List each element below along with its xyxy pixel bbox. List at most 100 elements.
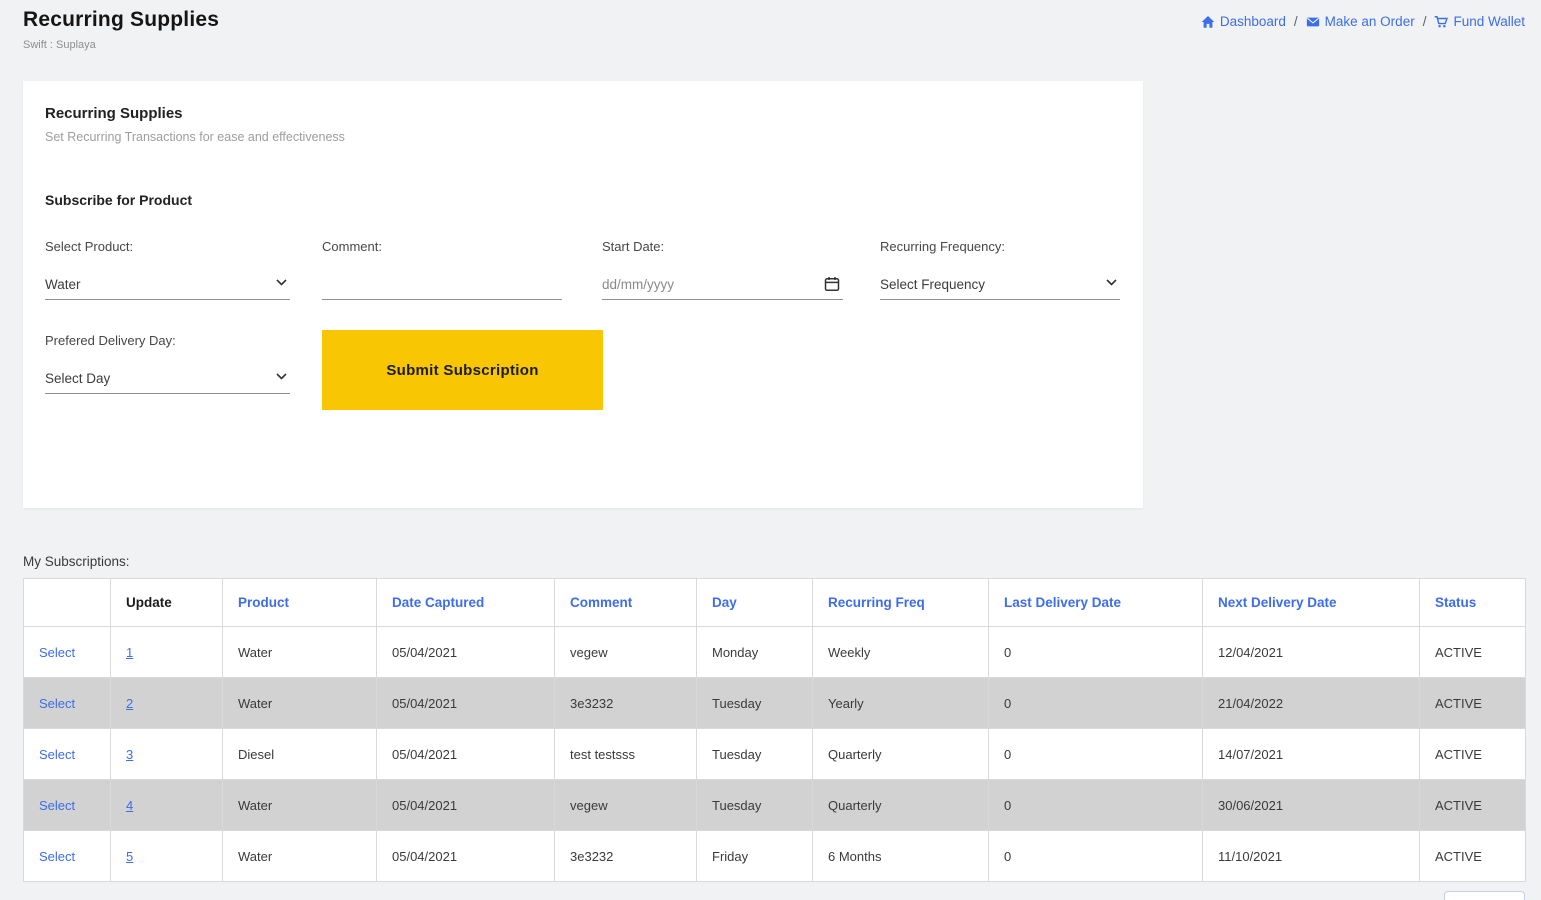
calendar-icon[interactable] <box>824 276 840 292</box>
breadcrumb-make-an-order[interactable]: Make an Order <box>1306 14 1415 29</box>
product-field: Select Product: Water <box>45 239 290 300</box>
cell-next-delivery-date: 14/07/2021 <box>1203 729 1420 780</box>
comment-field: Comment: <box>322 239 562 300</box>
subscriptions-table: Update Product Date Captured Comment Day… <box>23 578 1526 882</box>
recurring-supplies-card: Recurring Supplies Set Recurring Transac… <box>23 81 1143 508</box>
cell-next-delivery-date: 21/04/2022 <box>1203 678 1420 729</box>
status-badge: ACTIVE <box>1420 729 1526 780</box>
breadcrumb-dashboard-label: Dashboard <box>1220 14 1286 29</box>
cell-last-delivery-date: 0 <box>989 780 1203 831</box>
table-header-day[interactable]: Day <box>697 579 813 627</box>
cell-product: Diesel <box>223 729 377 780</box>
cell-last-delivery-date: 0 <box>989 678 1203 729</box>
table-header-blank <box>24 579 111 627</box>
update-link[interactable]: 1 <box>126 645 133 660</box>
submit-subscription-button[interactable]: Submit Subscription <box>322 330 603 410</box>
table-header-last-delivery-date[interactable]: Last Delivery Date <box>989 579 1203 627</box>
page-subtitle: Swift : Suplaya <box>23 39 219 51</box>
delivery-day-field: Prefered Delivery Day: Select Day <box>45 333 290 394</box>
update-link[interactable]: 3 <box>126 747 133 762</box>
cell-date-captured: 05/04/2021 <box>377 678 555 729</box>
update-link[interactable]: 4 <box>126 798 133 813</box>
top-bar: Recurring Supplies Swift : Suplaya Dashb… <box>0 0 1541 51</box>
my-subscriptions-title: My Subscriptions: <box>23 554 1541 569</box>
page-title: Recurring Supplies <box>23 8 219 32</box>
table-row: Select 2 Water 05/04/2021 3e3232 Tuesday… <box>24 678 1526 729</box>
product-select[interactable]: Water <box>45 270 290 300</box>
cell-product: Water <box>223 780 377 831</box>
cell-last-delivery-date: 0 <box>989 627 1203 678</box>
table-header-update: Update <box>111 579 223 627</box>
subscribe-section-title: Subscribe for Product <box>45 192 192 208</box>
delivery-day-select[interactable]: Select Day <box>45 364 290 394</box>
cell-next-delivery-date: 12/04/2021 <box>1203 627 1420 678</box>
cell-product: Water <box>223 831 377 882</box>
cell-comment: vegew <box>555 780 697 831</box>
table-header-next-delivery-date[interactable]: Next Delivery Date <box>1203 579 1420 627</box>
cell-last-delivery-date: 0 <box>989 729 1203 780</box>
envelope-icon <box>1306 15 1320 29</box>
start-date-input[interactable] <box>602 270 843 300</box>
table-row: Select 4 Water 05/04/2021 vegew Tuesday … <box>24 780 1526 831</box>
cell-next-delivery-date: 30/06/2021 <box>1203 780 1420 831</box>
table-header-comment[interactable]: Comment <box>555 579 697 627</box>
breadcrumb-dashboard[interactable]: Dashboard <box>1201 14 1286 29</box>
cell-recurring-freq: Weekly <box>813 627 989 678</box>
table-header-product[interactable]: Product <box>223 579 377 627</box>
breadcrumb-make-an-order-label: Make an Order <box>1325 14 1415 29</box>
update-link[interactable]: 2 <box>126 696 133 711</box>
table-footer: Show all <box>0 891 1525 900</box>
cell-recurring-freq: Yearly <box>813 678 989 729</box>
table-header-status[interactable]: Status <box>1420 579 1526 627</box>
table-row: Select 1 Water 05/04/2021 vegew Monday W… <box>24 627 1526 678</box>
cell-day: Friday <box>697 831 813 882</box>
select-row-link[interactable]: Select <box>39 645 75 660</box>
select-row-link[interactable]: Select <box>39 798 75 813</box>
frequency-field: Recurring Frequency: Select Frequency <box>880 239 1120 300</box>
table-row: Select 3 Diesel 05/04/2021 test testsss … <box>24 729 1526 780</box>
cell-comment: vegew <box>555 627 697 678</box>
status-badge: ACTIVE <box>1420 627 1526 678</box>
select-row-link[interactable]: Select <box>39 696 75 711</box>
breadcrumb-separator: / <box>1423 14 1427 29</box>
breadcrumb-fund-wallet[interactable]: Fund Wallet <box>1434 14 1525 29</box>
cell-product: Water <box>223 627 377 678</box>
frequency-select[interactable]: Select Frequency <box>880 270 1120 300</box>
status-badge: ACTIVE <box>1420 831 1526 882</box>
table-header-date-captured[interactable]: Date Captured <box>377 579 555 627</box>
cell-day: Tuesday <box>697 780 813 831</box>
title-block: Recurring Supplies Swift : Suplaya <box>23 8 219 51</box>
select-row-link[interactable]: Select <box>39 747 75 762</box>
cell-date-captured: 05/04/2021 <box>377 831 555 882</box>
breadcrumb: Dashboard / Make an Order / Fund Wallet <box>1201 14 1525 29</box>
cell-last-delivery-date: 0 <box>989 831 1203 882</box>
select-row-link[interactable]: Select <box>39 849 75 864</box>
table-row: Select 5 Water 05/04/2021 3e3232 Friday … <box>24 831 1526 882</box>
cell-comment: test testsss <box>555 729 697 780</box>
cell-comment: 3e3232 <box>555 831 697 882</box>
comment-label: Comment: <box>322 239 562 254</box>
table-header-row: Update Product Date Captured Comment Day… <box>24 579 1526 627</box>
cell-date-captured: 05/04/2021 <box>377 729 555 780</box>
cell-recurring-freq: Quarterly <box>813 780 989 831</box>
card-subtitle: Set Recurring Transactions for ease and … <box>45 130 345 144</box>
cart-icon <box>1434 15 1448 29</box>
table-header-recurring-freq[interactable]: Recurring Freq <box>813 579 989 627</box>
comment-input[interactable] <box>322 270 562 300</box>
cell-next-delivery-date: 11/10/2021 <box>1203 831 1420 882</box>
breadcrumb-fund-wallet-label: Fund Wallet <box>1453 14 1525 29</box>
status-badge: ACTIVE <box>1420 678 1526 729</box>
show-all-button[interactable]: Show all <box>1444 891 1525 900</box>
cell-comment: 3e3232 <box>555 678 697 729</box>
card-title: Recurring Supplies <box>45 105 183 122</box>
delivery-day-label: Prefered Delivery Day: <box>45 333 290 348</box>
cell-day: Tuesday <box>697 678 813 729</box>
product-label: Select Product: <box>45 239 290 254</box>
frequency-label: Recurring Frequency: <box>880 239 1120 254</box>
home-icon <box>1201 15 1215 29</box>
cell-recurring-freq: 6 Months <box>813 831 989 882</box>
start-date-field: Start Date: <box>602 239 843 300</box>
cell-day: Tuesday <box>697 729 813 780</box>
cell-date-captured: 05/04/2021 <box>377 780 555 831</box>
update-link[interactable]: 5 <box>126 849 133 864</box>
